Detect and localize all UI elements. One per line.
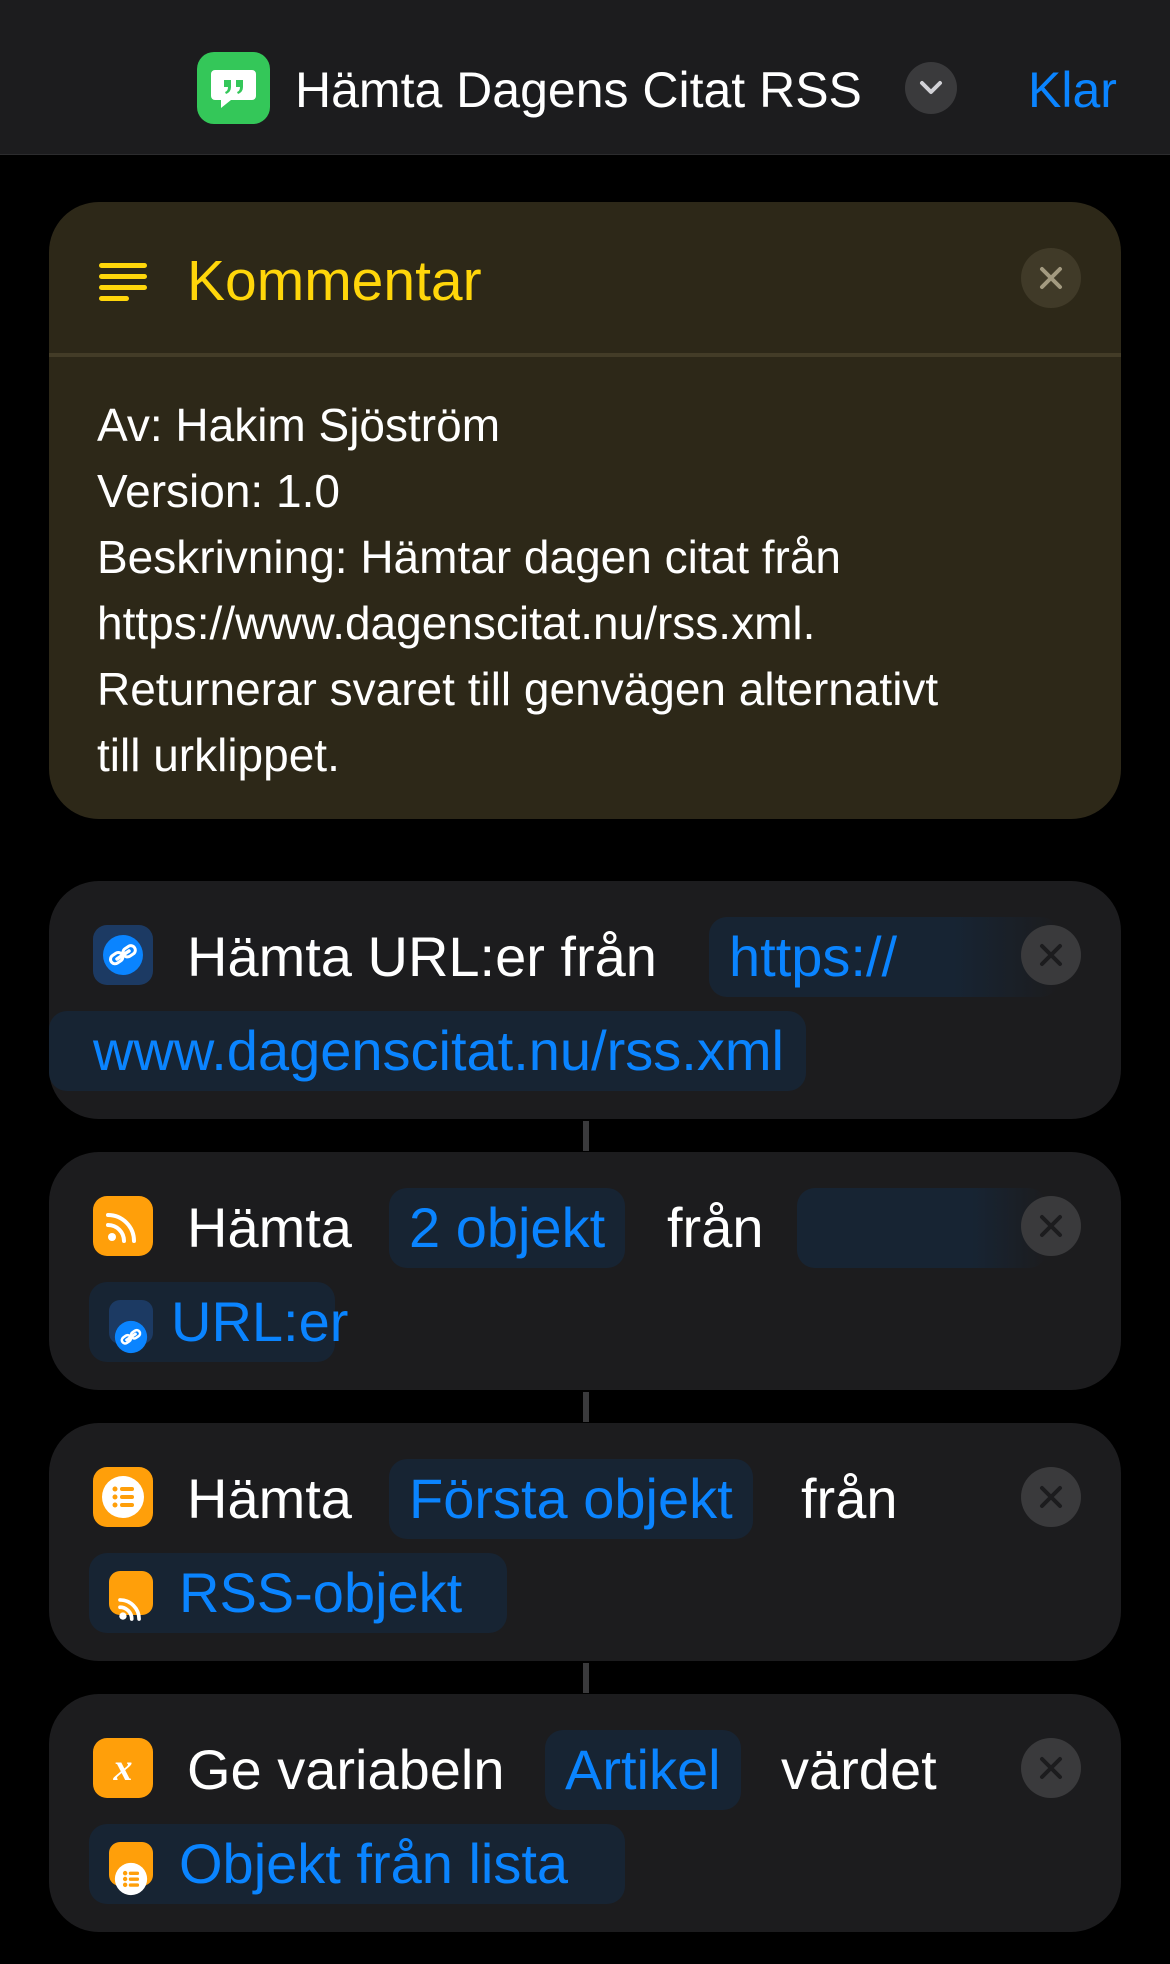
remove-action-button[interactable]	[1021, 1467, 1081, 1527]
comment-line: Beskrivning: Hämtar dagen citat från	[97, 531, 842, 583]
get-rss-items-action-card[interactable]: Hämta 2 objekt från URL:er	[49, 1152, 1121, 1390]
urls-variable-token[interactable]: URL:er	[89, 1282, 348, 1362]
variable-name: Artikel	[565, 1738, 721, 1801]
action-label: Hämta	[187, 1467, 352, 1530]
action-connector	[583, 1121, 589, 1151]
comment-line: till urklippet.	[97, 729, 340, 781]
rss-icon	[109, 1571, 153, 1621]
action-label: Hämta	[187, 1196, 352, 1259]
comment-action-card[interactable]: Kommentar Av: Hakim Sjöström Version: 1.…	[49, 202, 1121, 819]
source-variable-label: Objekt från lista	[179, 1832, 569, 1895]
from-label: från	[667, 1196, 764, 1259]
url-part-1: https://	[729, 925, 898, 988]
action-label: Hämta URL:er från	[187, 925, 657, 988]
remove-action-button[interactable]	[1021, 925, 1081, 985]
set-variable-action-card[interactable]: x Ge variabeln Artikel värdet Objekt frå…	[49, 1694, 1121, 1932]
svg-text:x: x	[113, 1747, 133, 1789]
close-icon	[1040, 1757, 1062, 1779]
comment-line: Returnerar svaret till genvägen alternat…	[97, 663, 939, 715]
link-icon	[109, 1300, 153, 1354]
item-count: 2 objekt	[409, 1196, 606, 1259]
get-urls-action-card[interactable]: Hämta URL:er från https:// www.dagenscit…	[49, 881, 1121, 1119]
remove-comment-button[interactable]	[1021, 248, 1081, 308]
source-token[interactable]	[797, 1188, 1047, 1268]
comment-title: Kommentar	[187, 249, 482, 313]
from-label: från	[801, 1467, 898, 1530]
comment-line: https://www.dagenscitat.nu/rss.xml.	[97, 597, 816, 649]
close-icon	[1040, 1215, 1062, 1237]
link-icon	[93, 925, 153, 985]
close-icon	[1040, 944, 1062, 966]
text-lines-icon	[99, 263, 147, 301]
value-label: värdet	[781, 1738, 937, 1801]
list-icon	[93, 1467, 153, 1527]
url-token[interactable]: https://	[709, 917, 1059, 997]
action-label: Ge variabeln	[187, 1738, 505, 1801]
item-selector-token[interactable]: Första objekt	[389, 1459, 753, 1539]
get-item-from-list-action-card[interactable]: Hämta Första objekt från RSS-objekt	[49, 1423, 1121, 1661]
source-variable-label: URL:er	[171, 1290, 349, 1353]
rss-icon	[93, 1196, 153, 1256]
list-icon	[109, 1842, 153, 1896]
comment-divider	[49, 353, 1121, 357]
close-icon	[1040, 267, 1062, 289]
title-menu-button[interactable]	[905, 62, 957, 114]
speech-bubble-quote-icon[interactable]	[197, 52, 270, 124]
list-item-variable-token[interactable]: Objekt från lista	[89, 1824, 625, 1904]
variable-name-token[interactable]: Artikel	[545, 1730, 741, 1810]
shortcut-title[interactable]: Hämta Dagens Citat RSS	[295, 60, 862, 120]
top-bar: Hämta Dagens Citat RSS Klar	[0, 0, 1170, 155]
url-part-2: www.dagenscitat.nu/rss.xml	[93, 1019, 784, 1082]
url-token-continued[interactable]: www.dagenscitat.nu/rss.xml	[49, 1011, 806, 1091]
comment-text[interactable]: Av: Hakim Sjöström Version: 1.0 Beskrivn…	[97, 392, 1087, 788]
comment-line: Version: 1.0	[97, 465, 340, 517]
comment-line: Av: Hakim Sjöström	[97, 399, 501, 451]
action-connector	[583, 1392, 589, 1422]
done-button[interactable]: Klar	[1028, 60, 1117, 120]
item-selector: Första objekt	[409, 1467, 733, 1530]
remove-action-button[interactable]	[1021, 1196, 1081, 1256]
variable-icon: x	[93, 1738, 153, 1798]
remove-action-button[interactable]	[1021, 1738, 1081, 1798]
item-count-token[interactable]: 2 objekt	[389, 1188, 626, 1268]
source-variable-label: RSS-objekt	[179, 1561, 463, 1624]
close-icon	[1040, 1486, 1062, 1508]
rss-items-variable-token[interactable]: RSS-objekt	[89, 1553, 507, 1633]
action-connector	[583, 1663, 589, 1693]
chevron-down-icon	[920, 81, 942, 94]
